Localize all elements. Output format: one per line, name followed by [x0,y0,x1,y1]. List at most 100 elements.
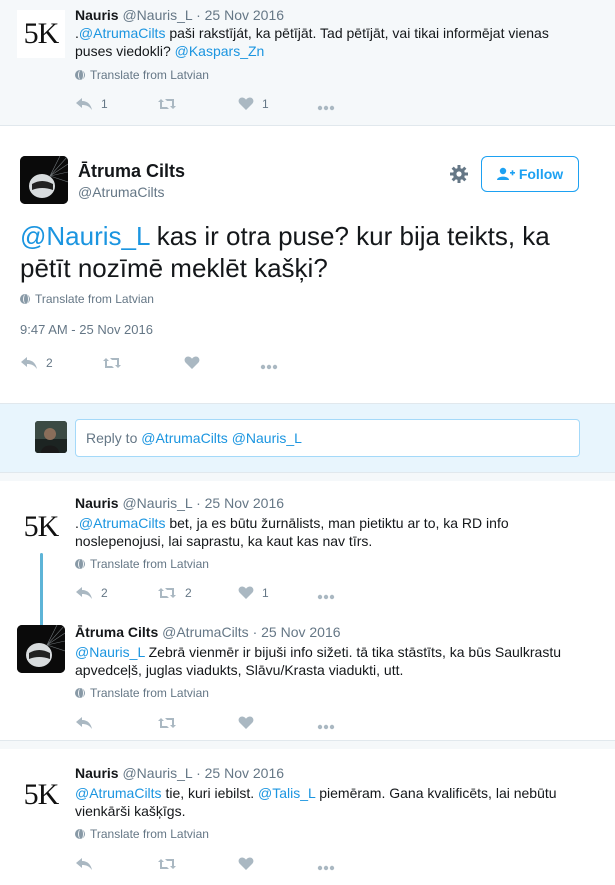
reply-input[interactable]: Reply to @AtrumaCilts @Nauris_L [75,419,580,457]
reply-icon [21,357,37,369]
like-button[interactable] [238,715,254,730]
translate-link[interactable]: Translate from Latvian [75,686,209,700]
avatar[interactable]: 5K [17,10,65,58]
tweet-text: @AtrumaCilts tie, kuri iebilst. @Talis_L… [75,785,557,819]
reply-composer: Reply to @AtrumaCilts @Nauris_L [0,404,615,472]
globe-icon [75,688,85,698]
heart-icon [238,716,254,729]
retweet-icon [158,588,176,598]
more-button[interactable] [317,96,335,111]
tweet-header: Ātruma Cilts @AtrumaCilts · 25 Nov 2016 [75,624,341,640]
author-handle[interactable]: @AtrumaCilts [78,184,185,200]
retweet-button[interactable] [102,355,122,370]
like-button[interactable]: 1 [238,96,269,111]
retweet-icon [158,99,176,109]
tweet-actions: 2 2 1 [75,585,355,605]
avatar[interactable] [20,156,68,204]
heart-icon [238,97,254,110]
avatar[interactable]: 5K [17,503,65,551]
reply-icon [76,717,92,729]
mention-link[interactable]: @AtrumaCilts [79,515,166,531]
globe-icon [75,829,85,839]
reply-button[interactable] [75,856,93,871]
more-icon [260,364,278,370]
globe-icon [75,559,85,569]
more-button[interactable] [260,355,278,370]
tweet-context-above[interactable]: 5K Nauris @Nauris_L · 25 Nov 2016 .@Atru… [0,0,615,125]
mention-link[interactable]: @AtrumaCilts [79,25,166,41]
more-icon [317,724,335,730]
mention-link[interactable]: @Kaspars_Zn [175,43,265,59]
retweet-icon [158,859,176,869]
retweet-icon [103,358,121,368]
reply-button[interactable]: 2 [20,355,53,370]
globe-icon [20,294,30,304]
retweet-button[interactable]: 2 [157,585,192,600]
author-handle[interactable]: @AtrumaCilts [162,624,249,640]
author-name[interactable]: Nauris [75,765,119,781]
avatar[interactable] [17,625,65,673]
like-button[interactable] [184,355,200,370]
more-icon [317,594,335,600]
retweet-icon [158,718,176,728]
tweet-text: @Nauris_L Zebrā vienmēr ir bijuši info s… [75,644,562,678]
tweet-date[interactable]: · 25 Nov 2016 [196,765,284,781]
like-button[interactable] [238,856,254,871]
tweet-date[interactable]: · 25 Nov 2016 [196,495,284,511]
tweet-actions: 1 1 [75,96,355,116]
tweet-actions [75,856,355,876]
tweet-text: .@AtrumaCilts paši rakstīját, ka pētījāt… [75,25,549,59]
main-tweet: Ātruma Cilts @AtrumaCilts Follow @Nauris… [0,126,615,403]
tweet-text: .@AtrumaCilts bet, ja es būtu žurnālists… [75,515,509,549]
more-button[interactable] [317,856,335,871]
tweet-timestamp[interactable]: 9:47 AM - 25 Nov 2016 [20,322,153,337]
reply-icon [76,587,92,599]
reply-button[interactable]: 2 [75,585,108,600]
heart-icon [238,586,254,599]
tweet-date[interactable]: · 25 Nov 2016 [253,624,341,640]
author-name[interactable]: Ātruma Cilts [75,624,158,640]
like-button[interactable]: 1 [238,585,269,600]
mention-link[interactable]: @Nauris_L [75,644,145,660]
reply-icon [76,858,92,870]
retweet-button[interactable] [157,715,177,730]
user-avatar [35,421,67,453]
follow-button[interactable]: Follow [481,156,579,192]
retweet-button[interactable] [157,856,177,871]
author-name[interactable]: Nauris [75,7,119,23]
author-name[interactable]: Nauris [75,495,119,511]
reply-button[interactable]: 1 [75,96,108,111]
gear-icon[interactable] [449,164,469,189]
translate-link[interactable]: Translate from Latvian [75,557,209,571]
heart-icon [238,857,254,870]
tweet-date[interactable]: · 25 Nov 2016 [196,7,284,23]
author-block[interactable]: Ātruma Cilts @AtrumaCilts [78,161,185,200]
translate-link[interactable]: Translate from Latvian [75,827,209,841]
author-handle[interactable]: @Nauris_L [122,7,192,23]
author-handle[interactable]: @Nauris_L [122,765,192,781]
tweet-actions [75,715,355,735]
author-handle[interactable]: @Nauris_L [122,495,192,511]
more-button[interactable] [317,585,335,600]
mention-link[interactable]: @Nauris_L [20,221,149,251]
more-button[interactable] [317,715,335,730]
follow-person-icon [496,167,515,180]
author-name[interactable]: Ātruma Cilts [78,161,185,182]
translate-link[interactable]: Translate from Latvian [20,292,154,306]
reply-icon [76,98,92,110]
tweet-header: Nauris @Nauris_L · 25 Nov 2016 [75,7,284,23]
reply-tweet: 5K Nauris @Nauris_L · 25 Nov 2016 @Atrum… [0,741,615,885]
retweet-button[interactable] [157,96,177,111]
avatar[interactable]: 5K [17,771,65,819]
tweet-text: @Nauris_L kas ir otra puse? kur bija tei… [20,221,550,283]
reply-button[interactable] [75,715,93,730]
globe-icon [75,70,85,80]
mention-link[interactable]: @Talis_L [258,785,315,801]
thread-line [40,553,43,631]
mention-link[interactable]: @AtrumaCilts [75,785,162,801]
translate-link[interactable]: Translate from Latvian [75,68,209,82]
heart-icon [184,356,200,369]
more-icon [317,865,335,871]
tweet-actions: 2 [20,355,300,375]
more-icon [317,105,335,111]
